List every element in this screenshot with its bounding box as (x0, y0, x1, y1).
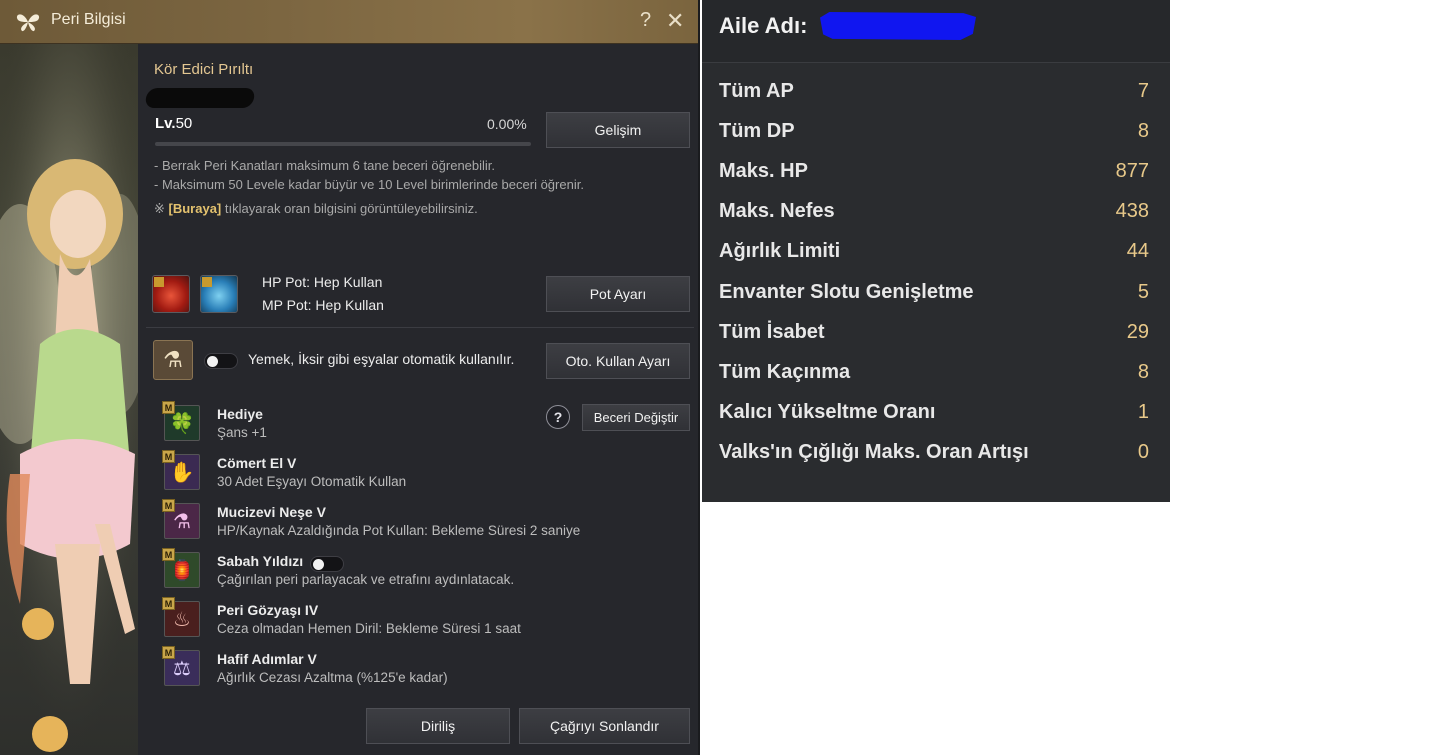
family-name-label: Aile Adı: (719, 13, 808, 38)
skill-item[interactable]: M ⚗ Mucizevi Neşe V HP/Kaynak Azaldığınd… (162, 499, 682, 543)
skill-item[interactable]: M ⚖ Hafif Adımlar V Ağırlık Cezası Azalt… (162, 646, 682, 690)
close-icon[interactable]: ✕ (666, 8, 684, 34)
info-link-suffix: tıklayarak oran bilgisini görüntüleyebil… (221, 201, 478, 216)
auto-use-toggle[interactable] (204, 353, 238, 369)
fairy-level: Lv.50 (155, 115, 192, 132)
skill-item[interactable]: M 🏮 Sabah Yıldızı Çağırılan peri parlaya… (162, 548, 682, 592)
fairy-portrait (0, 44, 138, 755)
stats-header: Aile Adı: (702, 0, 1170, 63)
peri-info-window: Peri Bilgisi ? ✕ Kör Edici Pırıltı Lv.50… (0, 0, 700, 755)
stat-value: 438 (1115, 200, 1149, 222)
sabah-yildizi-toggle[interactable] (310, 556, 344, 572)
level-value: 50 (175, 115, 193, 132)
stat-row: Tüm Kaçınma 8 (719, 361, 1149, 391)
stat-row: Tüm İsabet 29 (719, 321, 1149, 351)
skill-name: Hafif Adımlar V (217, 651, 317, 667)
revive-button[interactable]: Diriliş (366, 708, 510, 744)
help-icon[interactable]: ? (640, 9, 651, 32)
skill-name: Mucizevi Neşe V (217, 504, 326, 520)
skill-desc: HP/Kaynak Azaldığında Pot Kullan: Beklem… (217, 523, 581, 538)
skill-item[interactable]: M 🍀 Hediye Şans +1 (162, 401, 682, 445)
rate-info-link[interactable]: [Buraya] (169, 201, 222, 216)
fairy-name: Kör Edici Pırıltı (154, 61, 254, 78)
exp-progress-bar (155, 142, 531, 146)
stat-row: Valks'ın Çığlığı Maks. Oran Artışı 0 (719, 441, 1149, 471)
auto-use-settings-button[interactable]: Oto. Kullan Ayarı (546, 343, 690, 379)
stat-row: Envanter Slotu Genişletme 5 (719, 281, 1149, 311)
stat-label: Valks'ın Çığlığı Maks. Oran Artışı (719, 441, 1029, 463)
skill-desc: Ağırlık Cezası Azaltma (%125'e kadar) (217, 670, 448, 685)
skill-badge: M (162, 401, 175, 414)
fairy-illustration (0, 44, 138, 755)
info-line-level: - Maksimum 50 Levele kadar büyür ve 10 L… (154, 177, 584, 192)
stat-label: Tüm Kaçınma (719, 361, 851, 383)
stat-label: Tüm İsabet (719, 321, 825, 343)
mp-pot-setting: MP Pot: Hep Kullan (262, 297, 384, 313)
stat-label: Envanter Slotu Genişletme (719, 281, 974, 303)
stat-row: Tüm DP 8 (719, 120, 1149, 150)
stat-row: Ağırlık Limiti 44 (719, 240, 1149, 270)
skill-name: Cömert El V (217, 455, 297, 471)
skill-badge: M (162, 646, 175, 659)
stat-row: Maks. HP 877 (719, 160, 1149, 190)
skill-desc: Ceza olmadan Hemen Diril: Bekleme Süresi… (217, 621, 521, 636)
redacted-owner-name (144, 88, 256, 108)
potion-corner-mark (202, 277, 212, 287)
stat-row: Tüm AP 7 (719, 80, 1149, 110)
stat-value: 877 (1115, 160, 1149, 182)
end-summon-button[interactable]: Çağrıyı Sonlandır (519, 708, 690, 744)
skill-item[interactable]: M ♨ Peri Gözyaşı IV Ceza olmadan Hemen D… (162, 597, 682, 641)
pot-settings-button[interactable]: Pot Ayarı (546, 276, 690, 312)
stat-value: 44 (1126, 240, 1149, 262)
skill-badge: M (162, 499, 175, 512)
skill-name: Hediye (217, 406, 263, 422)
info-note-mark: ※ (154, 201, 169, 216)
skill-name: Sabah Yıldızı (217, 553, 304, 569)
window-titlebar[interactable]: Peri Bilgisi ? ✕ (0, 0, 698, 44)
stat-value: 8 (1137, 361, 1149, 383)
hp-pot-setting: HP Pot: Hep Kullan (262, 274, 383, 290)
stat-label: Tüm DP (719, 120, 795, 142)
section-divider (146, 327, 694, 328)
stat-value: 7 (1137, 80, 1149, 102)
stat-value: 8 (1137, 120, 1149, 142)
stat-label: Ağırlık Limiti (719, 240, 841, 262)
skill-item[interactable]: M ✋ Cömert El V 30 Adet Eşyayı Otomatik … (162, 450, 682, 494)
stat-value: 29 (1126, 321, 1149, 343)
stat-label: Tüm AP (719, 80, 794, 102)
hp-potion-icon[interactable] (152, 275, 190, 313)
skill-badge: M (162, 597, 175, 610)
level-prefix: Lv. (155, 115, 176, 132)
stat-value: 0 (1137, 441, 1149, 463)
stat-value: 1 (1137, 401, 1149, 423)
skill-name: Peri Gözyaşı IV (217, 602, 319, 618)
skill-badge: M (162, 450, 175, 463)
peri-info-content: Kör Edici Pırıltı Lv.50 0.00% Gelişim - … (138, 44, 698, 755)
info-line-rate: ※ [Buraya] tıklayarak oran bilgisini gör… (154, 201, 478, 217)
skill-desc: Çağırılan peri parlayacak ve etrafını ay… (217, 572, 515, 587)
redacted-family-name (820, 12, 976, 40)
stat-label: Maks. Nefes (719, 200, 835, 222)
gelisim-button[interactable]: Gelişim (546, 112, 690, 148)
stat-row: Maks. Nefes 438 (719, 200, 1149, 230)
mp-potion-icon[interactable] (200, 275, 238, 313)
skill-desc: Şans +1 (217, 425, 267, 440)
skill-badge: M (162, 548, 175, 561)
auto-use-potion-icon: ⚗ (153, 340, 193, 380)
stat-label: Maks. HP (719, 160, 808, 182)
stat-value: 5 (1137, 281, 1149, 303)
window-title: Peri Bilgisi (51, 11, 126, 28)
family-stats-panel: Aile Adı: Tüm AP 7 Tüm DP 8 Maks. HP 877… (702, 0, 1170, 502)
butterfly-icon (16, 14, 40, 32)
stat-label: Kalıcı Yükseltme Oranı (719, 401, 936, 423)
auto-use-text: Yemek, İksir gibi eşyalar otomatik kulla… (248, 351, 515, 367)
stat-row: Kalıcı Yükseltme Oranı 1 (719, 401, 1149, 431)
exp-percent: 0.00% (487, 116, 527, 132)
info-line-skills: - Berrak Peri Kanatları maksimum 6 tane … (154, 158, 496, 173)
skill-desc: 30 Adet Eşyayı Otomatik Kullan (217, 474, 407, 489)
potion-corner-mark (154, 277, 164, 287)
